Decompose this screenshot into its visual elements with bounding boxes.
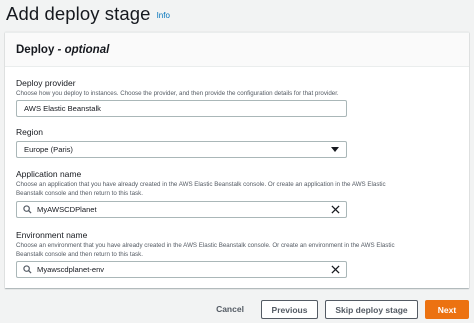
- application-search-value: MyAWSCDPlanet: [37, 205, 97, 214]
- application-search[interactable]: MyAWSCDPlanet: [16, 201, 347, 218]
- search-icon: [23, 205, 32, 214]
- environment-description-line2: Beanstalk console and then return to thi…: [16, 251, 143, 258]
- card-title-optional: - optional: [57, 43, 110, 56]
- page-title: Add deploy stage: [6, 3, 151, 24]
- info-link[interactable]: Info: [157, 11, 170, 20]
- cancel-button[interactable]: Cancel: [208, 300, 252, 318]
- previous-button[interactable]: Previous: [261, 300, 318, 319]
- provider-select-value: AWS Elastic Beanstalk: [24, 104, 101, 113]
- caret-down-icon: [331, 147, 339, 152]
- page: Add deploy stage Info Deploy - optional …: [0, 0, 474, 323]
- page-header: Add deploy stage Info: [6, 3, 170, 25]
- application-label: Application name: [16, 169, 82, 179]
- clear-icon[interactable]: [331, 205, 340, 214]
- environment-search-value: Myawscdplanet-env: [37, 265, 105, 274]
- environment-label: Environment name: [16, 230, 88, 240]
- provider-select[interactable]: AWS Elastic Beanstalk: [16, 100, 347, 117]
- search-icon: [23, 265, 32, 274]
- application-description-line2: Beanstalk console and then return to thi…: [16, 190, 143, 197]
- region-select[interactable]: Europe (Paris): [16, 141, 347, 158]
- skip-deploy-stage-button[interactable]: Skip deploy stage: [325, 300, 418, 319]
- provider-label: Deploy provider: [16, 78, 76, 88]
- application-description-line1: Choose an application that you have alre…: [16, 181, 386, 188]
- region-field: Region: [16, 127, 346, 138]
- application-field: Application name Choose an application t…: [16, 169, 466, 198]
- environment-search[interactable]: Myawscdplanet-env: [16, 261, 347, 278]
- environment-field: Environment name Choose an environment t…: [16, 230, 466, 259]
- region-select-value: Europe (Paris): [24, 145, 73, 154]
- environment-description-line1: Choose an environment that you have alre…: [16, 242, 395, 249]
- clear-icon[interactable]: [331, 265, 340, 274]
- region-label: Region: [16, 127, 43, 137]
- card-title: Deploy - optional: [16, 44, 109, 56]
- card-header: Deploy - optional: [5, 33, 469, 67]
- card-title-main: Deploy: [16, 43, 55, 56]
- provider-field: Deploy provider Choose how you deploy to…: [16, 78, 346, 98]
- provider-description: Choose how you deploy to instances. Choo…: [16, 90, 339, 97]
- next-button[interactable]: Next: [425, 300, 469, 319]
